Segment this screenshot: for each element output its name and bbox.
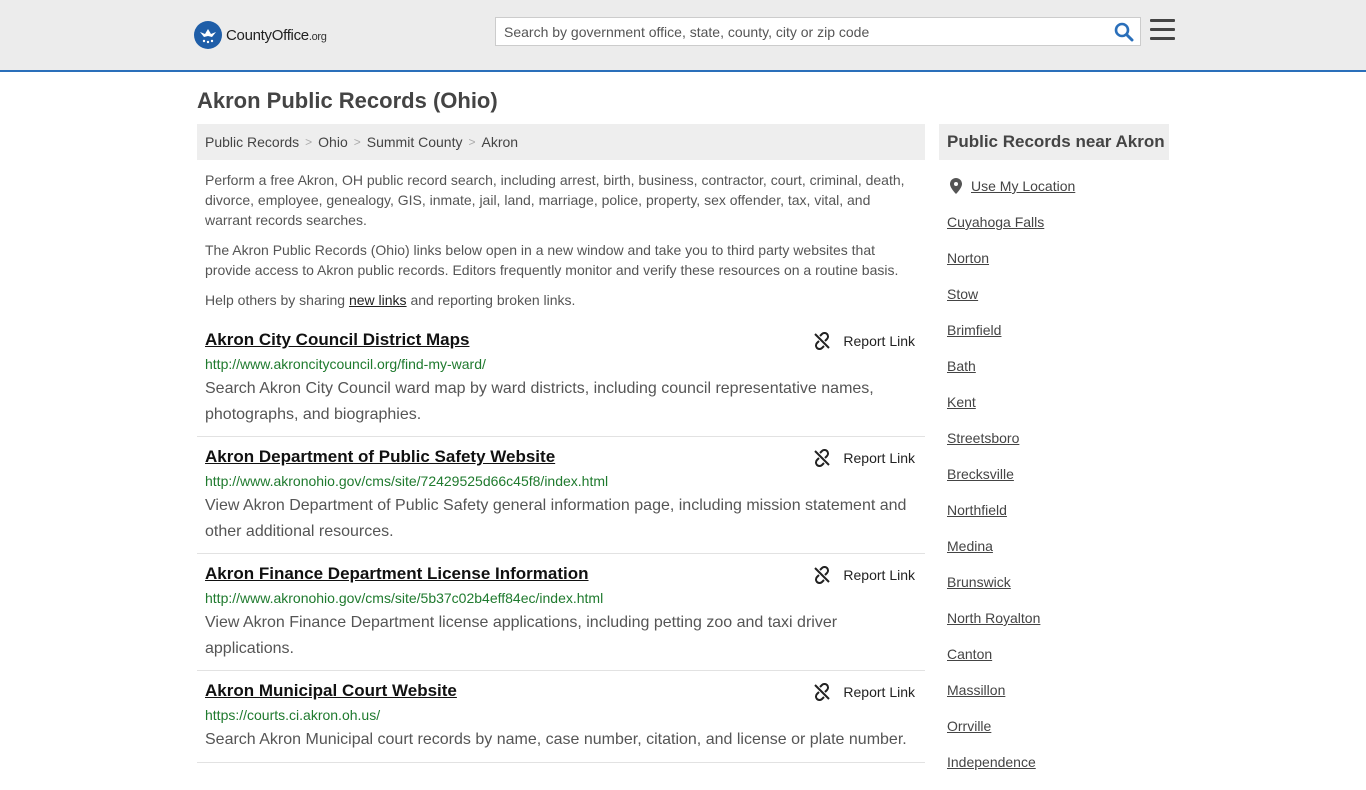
hamburger-menu-icon[interactable] [1150,19,1175,41]
report-link-label: Report Link [843,333,915,349]
report-link-label: Report Link [843,567,915,583]
record-entry: Akron Municipal Court Website Report Lin… [197,681,925,763]
record-description: Search Akron Municipal court records by … [205,731,907,748]
breadcrumb-summit-county[interactable]: Summit County [367,134,463,150]
broken-link-icon [814,566,831,584]
record-description: View Akron Department of Public Safety g… [205,497,907,540]
city-link[interactable]: Brunswick [947,574,1011,590]
report-link-button[interactable]: Report Link [813,332,915,350]
report-link-label: Report Link [843,450,915,466]
list-item: Canton [947,646,1044,682]
list-item: Stow [947,286,1044,322]
list-item: Orrville [947,718,1044,754]
list-item: Norton [947,250,1044,286]
intro-paragraph-3: Help others by sharing new links and rep… [205,290,915,310]
city-link[interactable]: Norton [947,250,989,266]
city-link[interactable]: North Royalton [947,610,1040,626]
site-logo[interactable]: CountyOffice.org [194,20,327,50]
intro-text-after: and reporting broken links. [406,292,576,308]
city-link[interactable]: Brimfield [947,322,1001,338]
list-item: North Royalton [947,610,1044,646]
list-item: Brimfield [947,322,1044,358]
logo-text: CountyOffice.org [226,27,327,44]
city-link[interactable]: Cuyahoga Falls [947,214,1044,230]
map-pin-icon [950,178,962,194]
record-description: Search Akron City Council ward map by wa… [205,380,874,423]
sidebar-heading: Public Records near Akron [939,124,1169,160]
list-item: Kent [947,394,1044,430]
search-box [495,17,1141,46]
city-link[interactable]: Northfield [947,502,1007,518]
breadcrumb-separator-icon: > [305,135,313,149]
list-item: Independence [947,754,1044,790]
report-link-label: Report Link [843,684,915,700]
intro-paragraph-1: Perform a free Akron, OH public record s… [205,172,905,228]
city-link[interactable]: Brecksville [947,466,1014,482]
report-link-button[interactable]: Report Link [813,683,915,701]
breadcrumb-public-records[interactable]: Public Records [205,134,299,150]
broken-link-icon [814,683,831,701]
list-item: Bath [947,358,1044,394]
list-item: Brunswick [947,574,1044,610]
broken-link-icon [814,332,831,350]
intro-paragraph-2: The Akron Public Records (Ohio) links be… [205,242,899,278]
record-entry: Akron Finance Department License Informa… [197,564,925,671]
search-input[interactable] [496,18,1106,45]
page-title: Akron Public Records (Ohio) [197,88,498,113]
logo-main: CountyOffice [226,26,309,44]
report-link-button[interactable]: Report Link [813,566,915,584]
top-bar: CountyOffice.org [0,0,1366,72]
record-entry: Akron City Council District Maps Report … [197,330,925,437]
city-link[interactable]: Canton [947,646,992,662]
search-icon[interactable] [1114,22,1134,42]
logo-suffix: .org [308,30,327,43]
list-item: Massillon [947,682,1044,718]
record-entry: Akron Department of Public Safety Websit… [197,447,925,554]
list-item: Cuyahoga Falls [947,214,1044,250]
intro-text-before: Help others by sharing [205,292,349,308]
list-item: Medina [947,538,1044,574]
record-title-link[interactable]: Akron Department of Public Safety Websit… [205,447,555,467]
city-link[interactable]: Medina [947,538,993,554]
nearby-cities-list: Cuyahoga Falls Norton Stow Brimfield Bat… [947,214,1044,790]
city-link[interactable]: Streetsboro [947,430,1019,446]
city-link[interactable]: Stow [947,286,978,302]
breadcrumb: Public Records > Ohio > Summit County > … [197,124,925,160]
record-url: https://courts.ci.akron.oh.us/ [205,707,381,723]
report-link-button[interactable]: Report Link [813,449,915,467]
city-link[interactable]: Massillon [947,682,1005,698]
logo-eagle-icon [194,21,222,49]
breadcrumb-separator-icon: > [468,135,476,149]
use-my-location-link[interactable]: Use My Location [971,178,1075,194]
breadcrumb-ohio[interactable]: Ohio [318,134,348,150]
record-url: http://www.akronohio.gov/cms/site/5b37c0… [205,590,604,606]
record-url: http://www.akronohio.gov/cms/site/724295… [205,473,609,489]
record-title-link[interactable]: Akron Finance Department License Informa… [205,564,589,584]
city-link[interactable]: Orrville [947,718,991,734]
record-title-link[interactable]: Akron City Council District Maps [205,330,469,350]
list-item: Brecksville [947,466,1044,502]
city-link[interactable]: Bath [947,358,976,374]
broken-link-icon [814,449,831,467]
new-links-link[interactable]: new links [349,292,407,308]
record-title-link[interactable]: Akron Municipal Court Website [205,681,457,701]
breadcrumb-separator-icon: > [353,135,361,149]
city-link[interactable]: Kent [947,394,976,410]
use-location: Use My Location [950,178,1075,194]
breadcrumb-akron[interactable]: Akron [481,134,518,150]
record-description: View Akron Finance Department license ap… [205,614,838,657]
list-item: Streetsboro [947,430,1044,466]
list-item: Northfield [947,502,1044,538]
record-url: http://www.akroncitycouncil.org/find-my-… [205,356,486,372]
